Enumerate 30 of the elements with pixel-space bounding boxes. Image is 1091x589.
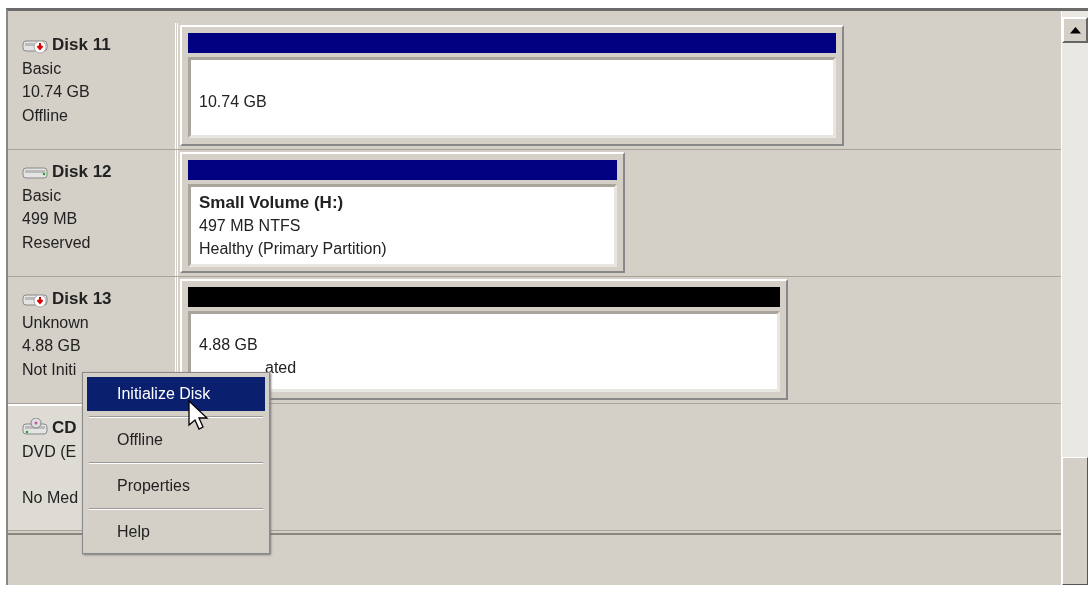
mouse-pointer-icon: [188, 400, 210, 432]
partition-box[interactable]: Small Volume (H:) 497 MB NTFS Healthy (Primary Partition): [180, 152, 625, 273]
scrollbar[interactable]: [1061, 11, 1088, 585]
disk-type: Unknown: [22, 312, 90, 333]
disk-type: Basic: [22, 185, 63, 206]
volume-info: ated: [265, 357, 297, 378]
disk-status: Not Initi: [22, 359, 78, 380]
disk-name: Disk 12: [52, 161, 112, 183]
partition-box[interactable]: 10.74 GB: [180, 25, 844, 146]
volume-name: Small Volume (H:): [199, 192, 345, 214]
volume-info: 497 MB NTFS: [199, 216, 301, 236]
menu-item[interactable]: Help: [87, 515, 265, 549]
disk-status: Offline: [22, 105, 69, 126]
disk-size: 499 MB: [22, 209, 79, 229]
disk-type: Basic: [22, 58, 63, 79]
disk-name: Disk 13: [52, 288, 112, 310]
volume-info: Healthy (Primary Partition): [199, 239, 387, 259]
disk-size: 4.88 GB: [22, 336, 82, 356]
volume-info: 4.88 GB: [199, 334, 258, 355]
disk-size: 10.74 GB: [22, 82, 91, 102]
volume-info: 10.74 GB: [199, 92, 267, 112]
scroll-thumb[interactable]: [1062, 457, 1088, 585]
disk-name: CD: [52, 417, 77, 439]
menu-item[interactable]: Initialize Disk: [87, 377, 265, 411]
menu-item[interactable]: Properties: [87, 469, 265, 503]
scroll-up-button[interactable]: [1062, 17, 1088, 43]
up-arrow-icon: [1069, 26, 1081, 34]
disk-status: Reserved: [22, 232, 92, 253]
disk-name: Disk 11: [52, 34, 111, 56]
menu-item[interactable]: Offline: [87, 423, 265, 457]
